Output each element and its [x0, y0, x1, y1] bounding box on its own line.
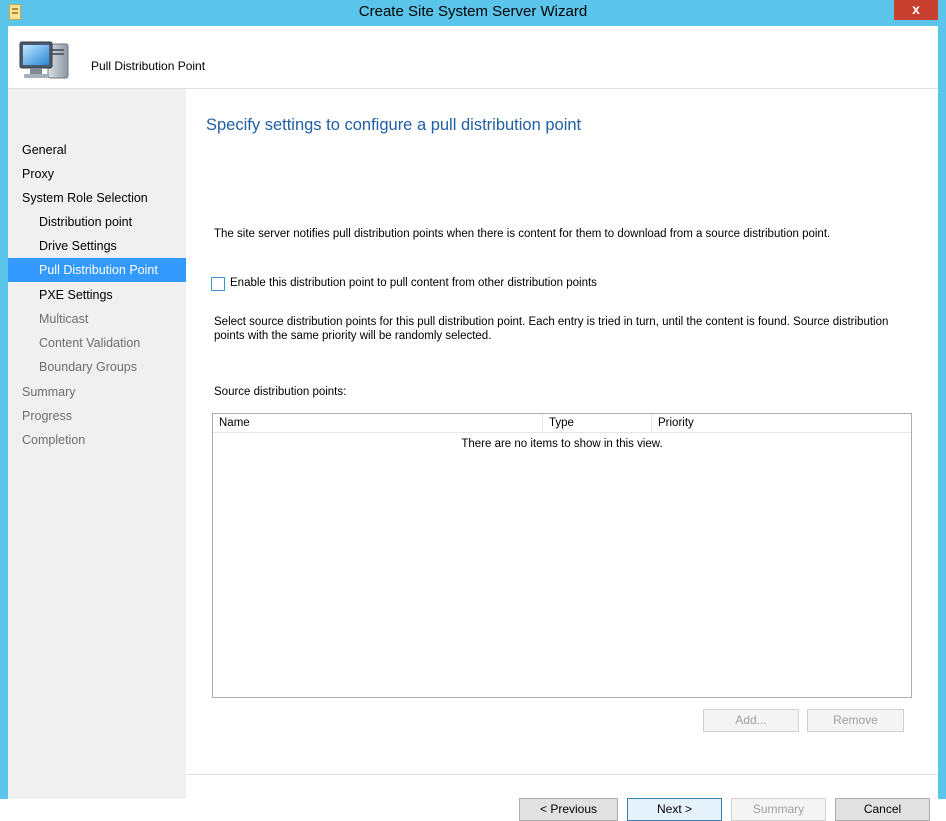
nav-item-drive-settings[interactable]: Drive Settings — [8, 234, 186, 258]
window-title: Create Site System Server Wizard — [358, 3, 588, 20]
nav-item-pull-distribution-point[interactable]: Pull Distribution Point — [8, 258, 186, 282]
column-header-type[interactable]: Type — [543, 414, 652, 432]
empty-list-message: There are no items to show in this view. — [461, 438, 663, 450]
next-button[interactable]: Next > — [627, 798, 722, 821]
wizard-step-nav: General Proxy System Role Selection Dist… — [8, 89, 186, 799]
header-title: Pull Distribution Point — [91, 59, 206, 73]
enable-pull-checkbox-label[interactable]: Enable this distribution point to pull c… — [230, 277, 597, 289]
source-distribution-points-list[interactable]: Name Type Priority There are no items to… — [212, 413, 912, 698]
nav-item-pxe-settings[interactable]: PXE Settings — [8, 283, 186, 307]
summary-button[interactable]: Summary — [731, 798, 826, 821]
footer-divider — [186, 774, 938, 775]
source-description: Select source distribution points for th… — [214, 316, 889, 342]
title-bar[interactable]: Create Site System Server Wizard x — [0, 0, 946, 26]
nav-item-completion: Completion — [22, 433, 86, 447]
wizard-client-area: Pull Distribution Point General Proxy Sy… — [8, 26, 938, 821]
nav-item-boundary-groups: Boundary Groups — [39, 360, 137, 374]
nav-item-progress: Progress — [22, 409, 73, 423]
remove-button[interactable]: Remove — [807, 709, 904, 732]
wizard-page: Specify settings to configure a pull dis… — [186, 89, 938, 821]
wizard-header: Pull Distribution Point — [8, 26, 938, 89]
source-list-label: Source distribution points: — [214, 386, 347, 398]
page-heading: Specify settings to configure a pull dis… — [206, 116, 582, 134]
nav-item-distribution-point[interactable]: Distribution point — [8, 210, 186, 234]
column-header-priority[interactable]: Priority — [652, 414, 911, 432]
nav-item-multicast: Multicast — [39, 312, 89, 326]
notification-text: The site server notifies pull distributi… — [214, 228, 831, 240]
list-header: Name Type Priority — [213, 414, 911, 433]
column-header-name[interactable]: Name — [213, 414, 543, 432]
window-frame: Create Site System Server Wizard x Pull … — [0, 0, 946, 821]
add-button[interactable]: Add... — [703, 709, 799, 732]
nav-item-general[interactable]: General — [8, 138, 186, 162]
close-button[interactable]: x — [894, 0, 938, 20]
nav-item-summary: Summary — [22, 385, 76, 399]
cancel-button[interactable]: Cancel — [835, 798, 930, 821]
nav-item-system-role-selection[interactable]: System Role Selection — [8, 186, 186, 210]
nav-item-content-validation: Content Validation — [39, 336, 141, 350]
computer-server-icon — [19, 41, 69, 79]
previous-button[interactable]: < Previous — [519, 798, 618, 821]
enable-pull-checkbox[interactable] — [211, 277, 225, 291]
nav-item-proxy[interactable]: Proxy — [8, 162, 186, 186]
